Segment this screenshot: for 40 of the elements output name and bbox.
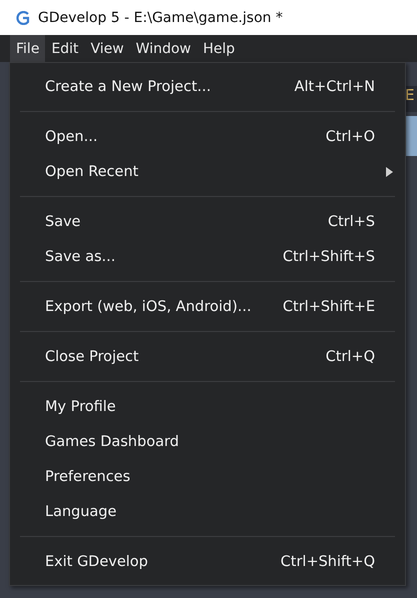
menu-bar-item[interactable]: View — [84, 35, 130, 62]
app-logo-icon — [14, 10, 30, 24]
menu-item[interactable]: Preferences — [10, 459, 405, 494]
menu-item-label: Games Dashboard — [45, 434, 179, 450]
menu-item[interactable]: Close Project Ctrl+Q — [10, 339, 405, 374]
menu-item-label: Save — [45, 214, 81, 230]
menu-item-label: Close Project — [45, 348, 139, 364]
menu-item-label: Exit GDevelop — [45, 554, 148, 570]
menu-item[interactable]: Open... Ctrl+O — [10, 119, 405, 154]
menu-item-label: Save as... — [45, 248, 116, 264]
submenu-arrow-icon — [386, 166, 393, 176]
window-title: GDevelop 5 - E:\Game\game.json * — [38, 10, 283, 26]
menu-item[interactable]: Save Ctrl+S — [10, 204, 405, 239]
menu-bar-item[interactable]: Edit — [45, 35, 85, 62]
menu-item-label: Open Recent — [45, 164, 138, 180]
menu-bar-item[interactable]: Help — [197, 35, 241, 62]
shortcut-label: Ctrl+Q — [326, 348, 375, 364]
menu-item[interactable]: Save as... Ctrl+Shift+S — [10, 239, 405, 274]
menu-item-label: Preferences — [45, 468, 130, 484]
shortcut-label: Ctrl+S — [328, 214, 375, 230]
menu-item[interactable]: Language — [10, 494, 405, 529]
tab-label[interactable]: E — [405, 86, 417, 112]
shortcut-label: Ctrl+Shift+E — [282, 298, 375, 314]
menu-item[interactable]: Open Recent — [10, 154, 405, 189]
menu-item[interactable]: Games Dashboard — [10, 424, 405, 459]
menu-item[interactable]: Exit GDevelop Ctrl+Shift+Q — [10, 544, 405, 579]
menu-item-label: My Profile — [45, 398, 116, 414]
menu-item[interactable]: Export (web, iOS, Android)... Ctrl+Shift+E — [10, 289, 405, 324]
menu-bar-item[interactable]: File — [10, 35, 46, 62]
menu-item-label: Open... — [45, 128, 98, 144]
menu-item-label: Create a New Project... — [45, 78, 211, 94]
shortcut-label: Ctrl+Shift+Q — [280, 554, 375, 570]
menu-item[interactable]: Create a New Project... Alt+Ctrl+N — [10, 69, 405, 104]
shortcut-label: Ctrl+Shift+S — [282, 248, 375, 264]
shortcut-label: Alt+Ctrl+N — [294, 78, 375, 94]
shortcut-label: Ctrl+O — [326, 128, 375, 144]
menu-item-label: Export (web, iOS, Android)... — [45, 298, 252, 314]
menu-item[interactable]: My Profile — [10, 389, 405, 424]
menu-item-label: Language — [45, 504, 117, 520]
menu-bar-item[interactable]: Window — [130, 35, 197, 62]
